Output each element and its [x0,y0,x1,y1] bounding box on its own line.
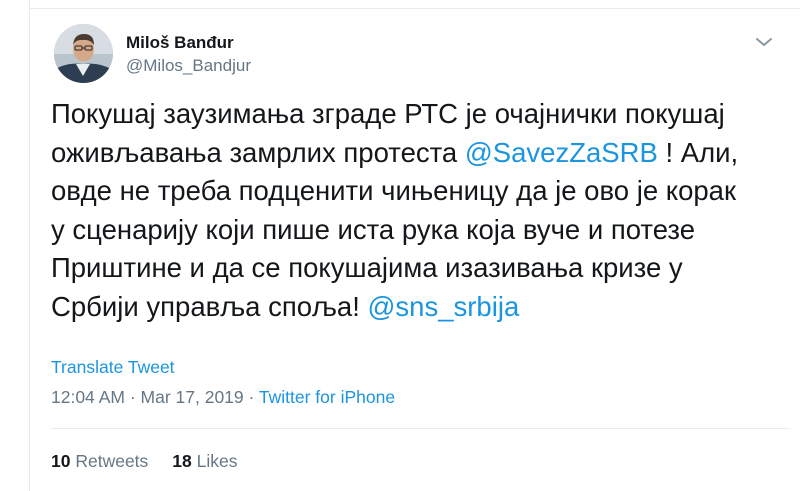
tweet-text-segment: Србији управља споља! [51,290,368,322]
author-block[interactable]: Miloš Banđur @Milos_Bandjur [126,32,251,77]
meta-separator: · [124,387,141,407]
tweet-line: Србији управља споља! @sns_srbija [51,288,791,327]
mention-link[interactable]: @SavezZaSRB [465,137,658,168]
mention-link[interactable]: @sns_srbija [368,291,520,322]
tweet-metadata: 12:04 AM · Mar 17, 2019 · Twitter for iP… [51,386,395,408]
tweet-text-segment: оживљавања замрлих протеста [51,136,465,168]
author-handle[interactable]: @Milos_Bandjur [126,55,251,77]
tweet-text-segment: ! Али, [657,136,739,168]
tweet-card: Miloš Banđur @Milos_Bandjur Покушај зауз… [29,0,800,491]
tweet-time[interactable]: 12:04 AM [51,387,125,407]
likes-count: 18 [172,451,192,471]
retweets-label: Retweets [75,451,149,471]
tweet-text-segment: Приштине и да се покушајима изазивања кр… [51,252,683,283]
retweets-stat[interactable]: 10 Retweets [51,451,148,471]
tweet-line: оживљавања замрлих протеста @SavezZaSRB … [51,134,791,173]
avatar[interactable] [54,24,113,83]
tweet-source-link[interactable]: Twitter for iPhone [259,387,395,407]
retweets-count: 10 [51,451,71,471]
tweet-line: у сценарију који пише иста рука која вуч… [51,211,791,250]
tweet-date[interactable]: Mar 17, 2019 [141,387,244,407]
tweet-line: овде не треба подценити чињеницу да је о… [51,172,791,211]
tweet-text-segment: Покушај заузимања зграде РТС је очајничк… [51,98,725,129]
tweet-text-segment: у сценарију који пише иста рука која вуч… [51,213,695,245]
more-options-button[interactable] [754,34,774,50]
likes-label: Likes [196,451,238,471]
chevron-down-icon [756,38,772,46]
tweet-text: Покушај заузимања зграде РТС је очајничк… [51,95,791,326]
stats-divider [51,428,791,429]
tweet-line: Приштине и да се покушајима изазивања кр… [51,249,791,288]
tweet-line: Покушај заузимања зграде РТС је очајничк… [51,95,791,134]
tweet-text-segment: овде не треба подценити чињеницу да је о… [51,175,737,206]
top-divider [30,8,800,9]
translate-tweet-link[interactable]: Translate Tweet [51,356,175,378]
tweet-stats: 10 Retweets 18 Likes [51,450,238,472]
likes-stat[interactable]: 18 Likes [172,451,237,471]
author-display-name[interactable]: Miloš Banđur [126,32,251,54]
meta-separator: · [243,387,259,407]
avatar-photo [54,24,113,83]
